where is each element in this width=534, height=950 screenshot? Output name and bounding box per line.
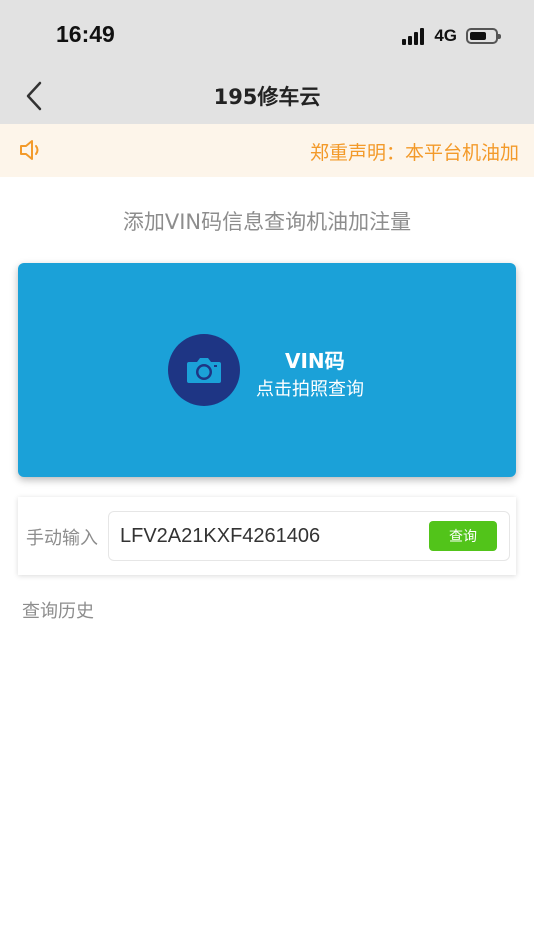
query-button[interactable]: 查询 <box>429 521 497 551</box>
camera-button[interactable] <box>168 334 240 406</box>
manual-input-label: 手动输入 <box>26 528 98 549</box>
page-subtitle: 添加VIN码信息查询机油加注量 <box>122 210 412 234</box>
status-bar: 16:49 4G <box>0 0 534 68</box>
signal-bars-icon <box>402 27 426 45</box>
page-title: 195修车云 <box>213 85 321 109</box>
speaker-icon <box>18 138 44 162</box>
vin-input[interactable] <box>120 521 420 551</box>
vin-input-box: 查询 <box>108 511 510 561</box>
status-time: 16:49 <box>56 21 115 47</box>
notice-text: 郑重声明：本平台机油加 <box>309 142 519 164</box>
network-type: 4G <box>434 26 457 45</box>
vin-card-title: VIN码 <box>285 349 345 373</box>
vin-scan-card[interactable]: VIN码 点击拍照查询 <box>18 263 516 477</box>
status-indicators: 4G <box>402 26 501 46</box>
nav-bar: 195修车云 <box>0 68 534 124</box>
notice-bar: 郑重声明：本平台机油加 <box>0 124 534 177</box>
vin-card-subtitle: 点击拍照查询 <box>256 379 364 400</box>
history-label: 查询历史 <box>22 601 94 622</box>
manual-input-row: 手动输入 查询 <box>18 497 516 575</box>
battery-icon <box>466 28 501 44</box>
camera-icon <box>186 355 222 385</box>
